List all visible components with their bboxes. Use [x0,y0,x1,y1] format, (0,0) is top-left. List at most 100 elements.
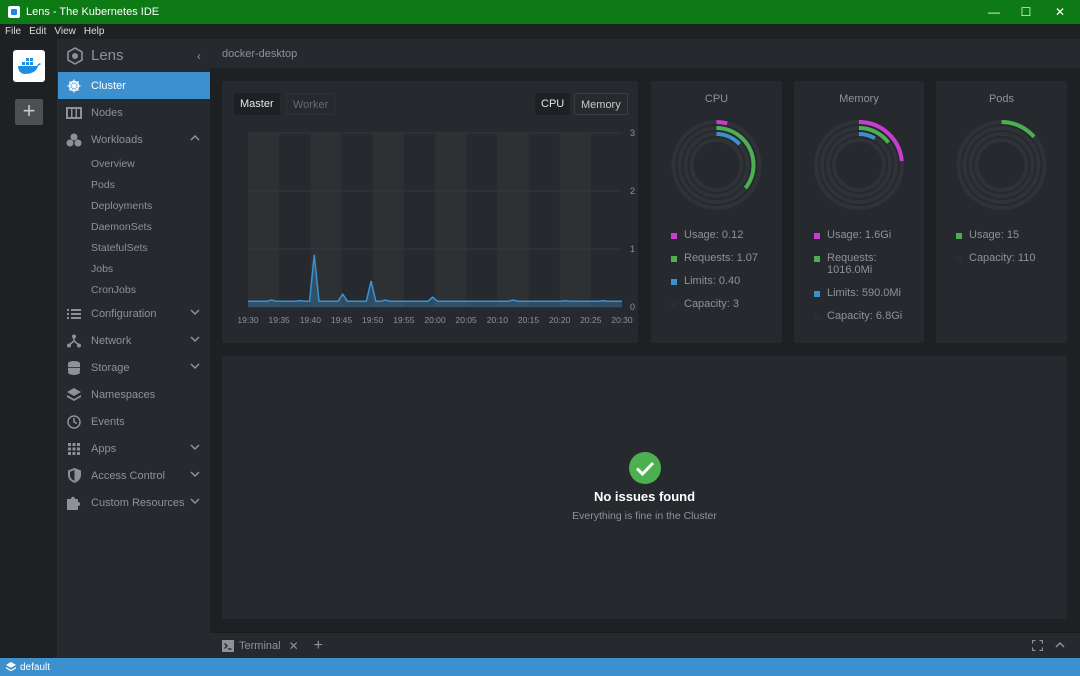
x-tick-label: 19:30 [237,315,259,325]
x-tick-label: 20:05 [456,315,478,325]
legend-label: Usage: 0.12 [684,229,744,241]
sidebar-subitem-pods[interactable]: Pods [58,174,210,195]
bottom-dock: Terminal ✕ + [210,632,1080,658]
memory-title: Memory [839,93,879,105]
donut-track [689,138,744,192]
expand-dock-chevron-up-icon[interactable] [1055,640,1065,653]
sidebar-item-custom-resources[interactable]: Custom Resources [58,489,210,516]
close-terminal-icon[interactable]: ✕ [289,639,299,653]
lens-app-icon [8,6,20,18]
sidebar-subitem-statefulsets[interactable]: StatefulSets [58,237,210,258]
minimize-button[interactable]: — [978,0,1010,24]
sidebar-item-label: Events [91,415,125,428]
legend-label: Limits: 0.40 [684,275,741,287]
network-icon [66,333,82,349]
check-circle-icon [628,452,661,484]
chevron-down-icon[interactable] [190,496,200,509]
server-icon [66,105,82,121]
sidebar-subitem-cronjobs[interactable]: CronJobs [58,279,210,300]
sidebar-item-storage[interactable]: Storage [58,354,210,381]
maximize-button[interactable]: ☐ [1010,0,1042,24]
pods-legend-capacity: Capacity: 110 [956,252,1035,264]
sidebar-subitem-deployments[interactable]: Deployments [58,195,210,216]
sidebar-subitem-daemonsets[interactable]: DaemonSets [58,216,210,237]
legend-dot [814,233,820,239]
chevron-down-icon[interactable] [190,442,200,455]
legend-label: Usage: 15 [969,229,1020,241]
chevron-down-icon[interactable] [190,469,200,482]
chevron-down-icon[interactable] [190,307,200,320]
cpu-summary-panel: CPU Usage: 0.12 Requests: 1.07 Limits: 0… [651,81,782,343]
chevron-up-icon[interactable] [190,133,200,146]
namespace-label[interactable]: default [20,662,50,673]
sidebar-brand: Lens [91,47,124,64]
legend-dot [671,256,677,262]
close-window-button[interactable]: ✕ [1044,0,1076,24]
sidebar-subitem-jobs[interactable]: Jobs [58,258,210,279]
menu-view[interactable]: View [50,26,80,37]
donut-track [968,132,1035,198]
collapse-sidebar-chevron-icon[interactable]: ‹ [197,49,201,63]
sidebar-item-label: Network [91,334,132,347]
legend-dot [671,233,677,239]
legend-dot [814,256,820,262]
x-tick-label: 19:50 [362,315,384,325]
docker-desktop-cluster-icon[interactable] [13,50,45,82]
cpu-legend-requests: Requests: 1.07 [671,252,758,264]
legend-label: Limits: 590.0Mi [827,287,901,299]
chart-band [559,133,591,307]
sidebar-item-apps[interactable]: Apps [58,435,210,462]
x-tick-label: 20:30 [611,315,633,325]
terminal-label: Terminal [239,639,281,652]
sidebar-header: Lens ‹ [58,39,210,72]
cluster-rail: + [0,39,58,658]
sidebar-item-events[interactable]: Events [58,408,210,435]
issues-status: No issues found Everything is fine in th… [222,452,1067,522]
terminal-icon [222,639,234,652]
metrics-chart-panel: Master Worker CPU Memory 0 1 2 3 19:30 19:35 1… [222,81,638,343]
sidebar-item-configuration[interactable]: Configuration [58,300,210,327]
chart-band [372,133,404,307]
y-tick-label: 0 [630,302,635,312]
x-tick-label: 19:45 [331,315,353,325]
x-tick-label: 20:00 [424,315,446,325]
sidebar: Lens ‹ Cluster Nodes Workloads Overview … [58,39,210,658]
sidebar-item-namespaces[interactable]: Namespaces [58,381,210,408]
cpu-legend-capacity: Capacity: 3 [671,298,739,310]
issues-subtitle: Everything is fine in the Cluster [572,510,717,522]
menu-edit[interactable]: Edit [25,26,50,37]
legend-label: Requests: 1016.0Mi [827,252,877,276]
memory-summary-panel: Memory Usage: 1.6Gi Requests: 1016.0Mi L… [794,81,924,343]
sidebar-subitem-overview[interactable]: Overview [58,153,210,174]
cpu-legend-limits: Limits: 0.40 [671,275,740,287]
issues-panel: No issues found Everything is fine in th… [222,356,1067,619]
pods-donut-chart [956,120,1047,210]
chevron-down-icon[interactable] [190,334,200,347]
pods-legend-usage: Usage: 15 [956,229,1019,241]
sidebar-item-workloads[interactable]: Workloads [58,126,210,153]
x-tick-label: 19:35 [269,315,291,325]
legend-dot [671,302,677,308]
sidebar-item-access-control[interactable]: Access Control [58,462,210,489]
legend-dot [956,256,962,262]
fullscreen-icon[interactable] [1031,639,1044,654]
sidebar-item-label: Nodes [91,106,123,119]
memory-legend-capacity: Capacity: 6.8Gi [814,310,902,322]
add-cluster-button[interactable]: + [15,99,43,125]
menu-file[interactable]: File [0,26,25,37]
chart-band [435,133,467,307]
sidebar-item-network[interactable]: Network [58,327,210,354]
chevron-down-icon[interactable] [190,361,200,374]
new-tab-plus-icon[interactable]: + [314,637,323,655]
legend-label: Requests: 1.07 [684,252,758,264]
chart-band [497,133,529,307]
memory-legend-limits: Limits: 590.0Mi [814,287,901,299]
sidebar-item-label: Configuration [91,307,157,320]
sidebar-item-nodes[interactable]: Nodes [58,99,210,126]
sidebar-item-label: Cluster [91,79,126,92]
menu-help[interactable]: Help [80,26,109,37]
terminal-tab[interactable]: Terminal ✕ [222,639,299,653]
cpu-legend-usage: Usage: 0.12 [671,229,743,241]
legend-dot [814,291,820,297]
sidebar-item-cluster[interactable]: Cluster [58,72,210,99]
